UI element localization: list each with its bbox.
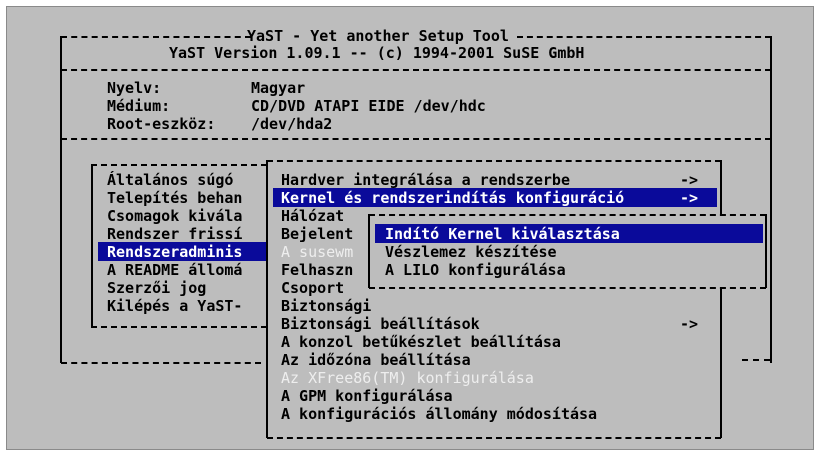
submenu-arrow: -> — [680, 189, 699, 207]
info-left-border — [60, 69, 62, 139]
language-label: Nyelv: — [107, 79, 162, 97]
terminal-screen: YaST - Yet another Setup Tool YaST Versi… — [6, 6, 814, 450]
header-top-border-left — [61, 36, 251, 38]
admin-item-xfree86: Az XFree86(TM) konfigurálása — [281, 369, 534, 387]
main-menu-item-update[interactable]: Rendszer frissí — [107, 225, 242, 243]
main-menu-item-install[interactable]: Telepítés behan — [107, 189, 242, 207]
admin-item-groups[interactable]: Csoport — [281, 279, 344, 297]
admin-item-susewm: A susewm — [281, 243, 354, 261]
kernel-submenu-top-border — [369, 214, 766, 216]
language-value: Magyar — [251, 79, 306, 97]
kernel-item-rescue-disk[interactable]: Vészlemez készítése — [385, 243, 557, 261]
kernel-item-lilo-config[interactable]: A LILO konfigurálása — [385, 261, 566, 279]
main-bottom-border-right — [742, 359, 770, 361]
main-menu-item-copyright[interactable]: Szerzői jog — [107, 279, 206, 297]
main-left-border — [60, 138, 62, 363]
admin-item-login[interactable]: Bejelent — [281, 225, 353, 243]
main-menu-bottom-border — [91, 326, 267, 328]
admin-item-network[interactable]: Hálózat — [281, 207, 344, 225]
main-menu-item-readme[interactable]: A README állomá — [107, 261, 242, 279]
admin-submenu-left-border — [266, 160, 268, 438]
submenu-arrow: -> — [680, 315, 699, 333]
submenu-arrow: -> — [680, 171, 699, 189]
info-right-border — [770, 69, 772, 139]
header-bottom-border — [61, 69, 771, 71]
header-right-border — [770, 36, 772, 70]
main-menu-item-packages[interactable]: Csomagok kivála — [107, 207, 242, 225]
main-menu-top-border — [91, 164, 267, 166]
version-line: YaST Version 1.09.1 -- (c) 1994-2001 SuS… — [169, 44, 585, 62]
admin-item-security-settings[interactable]: Biztonsági beállítások — [281, 315, 480, 333]
header-left-border — [60, 36, 62, 70]
main-menu-left-border — [91, 164, 93, 327]
admin-item-console-font[interactable]: A konzol betűkészlet beállítása — [281, 333, 561, 351]
admin-item-kernel-boot[interactable]: Kernel és rendszerindítás konfiguráció — [281, 189, 624, 207]
medium-label: Médium: — [107, 97, 171, 115]
admin-item-hardware[interactable]: Hardver integrálása a rendszerbe — [281, 171, 570, 189]
main-menu-item-sysadmin[interactable]: Rendszeradminis — [107, 243, 242, 261]
root-device-value: /dev/hda2 — [251, 115, 333, 133]
header-title: YaST - Yet another Setup Tool — [247, 27, 509, 45]
admin-submenu-top-border — [267, 160, 721, 162]
admin-submenu-right-border — [720, 160, 722, 438]
kernel-submenu-bottom-border — [369, 287, 766, 289]
main-menu-item-exit[interactable]: Kilépés a YaST- — [107, 297, 242, 315]
admin-item-timezone[interactable]: Az időzóna beállítása — [281, 351, 471, 369]
main-right-border — [770, 138, 772, 363]
admin-item-config-file[interactable]: A konfigurációs állomány módosítása — [281, 405, 597, 423]
root-device-label: Root-eszköz: — [107, 115, 216, 133]
kernel-submenu-left-border — [368, 214, 370, 288]
admin-item-users[interactable]: Felhaszn — [281, 261, 353, 279]
admin-item-security[interactable]: Biztonsági — [281, 297, 371, 315]
main-bottom-border-left — [61, 362, 261, 364]
admin-item-gpm[interactable]: A GPM konfigurálása — [281, 387, 453, 405]
medium-value: CD/DVD ATAPI EIDE /dev/hdc — [251, 97, 486, 115]
info-bottom-border — [61, 138, 771, 140]
header-top-border-right — [517, 36, 771, 38]
main-menu-item-general-help[interactable]: Általános súgó — [107, 171, 233, 189]
kernel-submenu-right-border — [765, 214, 767, 288]
kernel-item-select-boot-kernel[interactable]: Indító Kernel kiválasztása — [385, 225, 620, 243]
admin-submenu-bottom-border — [267, 437, 721, 439]
